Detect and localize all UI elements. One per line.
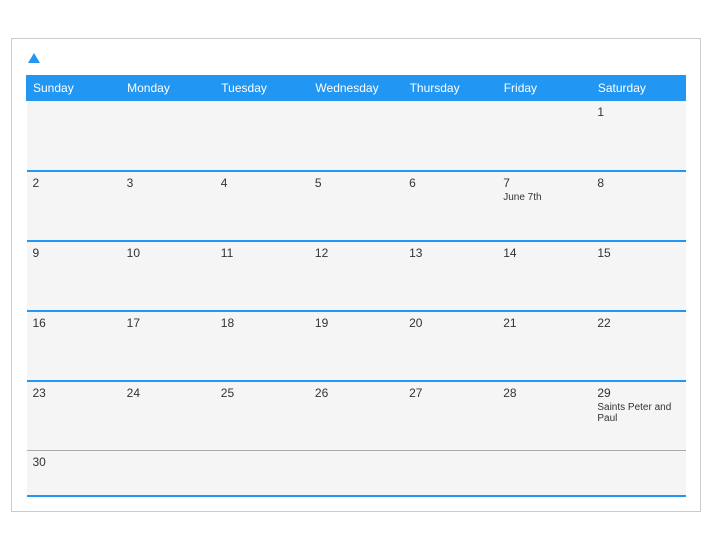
calendar-cell: 10 — [121, 241, 215, 311]
calendar-cell: 17 — [121, 311, 215, 381]
calendar-cell: 24 — [121, 381, 215, 451]
calendar-cell — [497, 101, 591, 171]
weekday-header-saturday: Saturday — [591, 76, 685, 101]
logo-triangle-icon — [28, 53, 40, 63]
calendar-cell — [215, 101, 309, 171]
calendar-cell: 7 June 7th — [497, 171, 591, 241]
day-number: 6 — [409, 176, 491, 190]
weekday-header-tuesday: Tuesday — [215, 76, 309, 101]
calendar-cell: 14 — [497, 241, 591, 311]
calendar-cell: 16 — [27, 311, 121, 381]
weekday-header-row: SundayMondayTuesdayWednesdayThursdayFrid… — [27, 76, 686, 101]
calendar-cell — [591, 451, 685, 496]
day-number: 16 — [33, 316, 115, 330]
day-number: 19 — [315, 316, 397, 330]
calendar-cell: 28 — [497, 381, 591, 451]
calendar-cell: 29 Saints Peter and Paul — [591, 381, 685, 451]
calendar-cell — [27, 101, 121, 171]
calendar-cell: 26 — [309, 381, 403, 451]
calendar-cell — [215, 451, 309, 496]
day-number: 1 — [597, 105, 679, 119]
week-row-3: 16 17 18 19 20 21 22 — [27, 311, 686, 381]
day-number: 24 — [127, 386, 209, 400]
weekday-header-wednesday: Wednesday — [309, 76, 403, 101]
day-number: 2 — [33, 176, 115, 190]
week-row-4: 23 24 25 26 27 28 29 Saints Peter and Paul — [27, 381, 686, 451]
week-row-0: 1 — [27, 101, 686, 171]
calendar-cell: 2 — [27, 171, 121, 241]
calendar-cell: 8 — [591, 171, 685, 241]
calendar-cell: 23 — [27, 381, 121, 451]
day-number: 11 — [221, 246, 303, 260]
calendar-cell: 12 — [309, 241, 403, 311]
day-number: 27 — [409, 386, 491, 400]
day-number: 15 — [597, 246, 679, 260]
day-number: 12 — [315, 246, 397, 260]
week-row-1: 234567 June 7th 8 — [27, 171, 686, 241]
calendar-cell: 21 — [497, 311, 591, 381]
weekday-header-monday: Monday — [121, 76, 215, 101]
weekday-header-thursday: Thursday — [403, 76, 497, 101]
day-number: 22 — [597, 316, 679, 330]
calendar-cell: 4 — [215, 171, 309, 241]
weekday-header-friday: Friday — [497, 76, 591, 101]
calendar-cell: 3 — [121, 171, 215, 241]
day-number: 28 — [503, 386, 585, 400]
weekday-header-sunday: Sunday — [27, 76, 121, 101]
calendar-cell — [403, 101, 497, 171]
calendar-cell: 25 — [215, 381, 309, 451]
day-number: 30 — [33, 455, 115, 469]
logo — [26, 49, 40, 67]
day-number: 5 — [315, 176, 397, 190]
day-number: 4 — [221, 176, 303, 190]
calendar-cell: 15 — [591, 241, 685, 311]
day-number: 21 — [503, 316, 585, 330]
day-number: 13 — [409, 246, 491, 260]
calendar-cell — [309, 101, 403, 171]
day-number: 20 — [409, 316, 491, 330]
week-row-2: 9 10 11 12 13 14 15 — [27, 241, 686, 311]
day-number: 10 — [127, 246, 209, 260]
calendar-cell: 1 — [591, 101, 685, 171]
day-number: 18 — [221, 316, 303, 330]
calendar-cell: 5 — [309, 171, 403, 241]
day-number: 25 — [221, 386, 303, 400]
calendar-cell — [121, 451, 215, 496]
day-number: 8 — [597, 176, 679, 190]
calendar-cell: 13 — [403, 241, 497, 311]
calendar-cell — [309, 451, 403, 496]
calendar-cell — [403, 451, 497, 496]
calendar-cell: 22 — [591, 311, 685, 381]
calendar-cell: 30 — [27, 451, 121, 496]
day-number: 9 — [33, 246, 115, 260]
calendar-cell: 20 — [403, 311, 497, 381]
day-number: 23 — [33, 386, 115, 400]
day-number: 3 — [127, 176, 209, 190]
calendar-cell — [497, 451, 591, 496]
day-event: June 7th — [503, 192, 585, 203]
calendar-cell — [121, 101, 215, 171]
calendar-cell: 11 — [215, 241, 309, 311]
calendar-container: SundayMondayTuesdayWednesdayThursdayFrid… — [11, 38, 701, 512]
day-number: 26 — [315, 386, 397, 400]
week-row-5: 30 — [27, 451, 686, 496]
day-number: 17 — [127, 316, 209, 330]
calendar-grid: SundayMondayTuesdayWednesdayThursdayFrid… — [26, 75, 686, 497]
day-number: 29 — [597, 386, 679, 400]
calendar-cell: 6 — [403, 171, 497, 241]
calendar-header — [26, 49, 686, 67]
day-number: 14 — [503, 246, 585, 260]
day-event: Saints Peter and Paul — [597, 402, 679, 424]
day-number: 7 — [503, 176, 585, 190]
calendar-cell: 18 — [215, 311, 309, 381]
calendar-cell: 27 — [403, 381, 497, 451]
calendar-cell: 9 — [27, 241, 121, 311]
calendar-cell: 19 — [309, 311, 403, 381]
